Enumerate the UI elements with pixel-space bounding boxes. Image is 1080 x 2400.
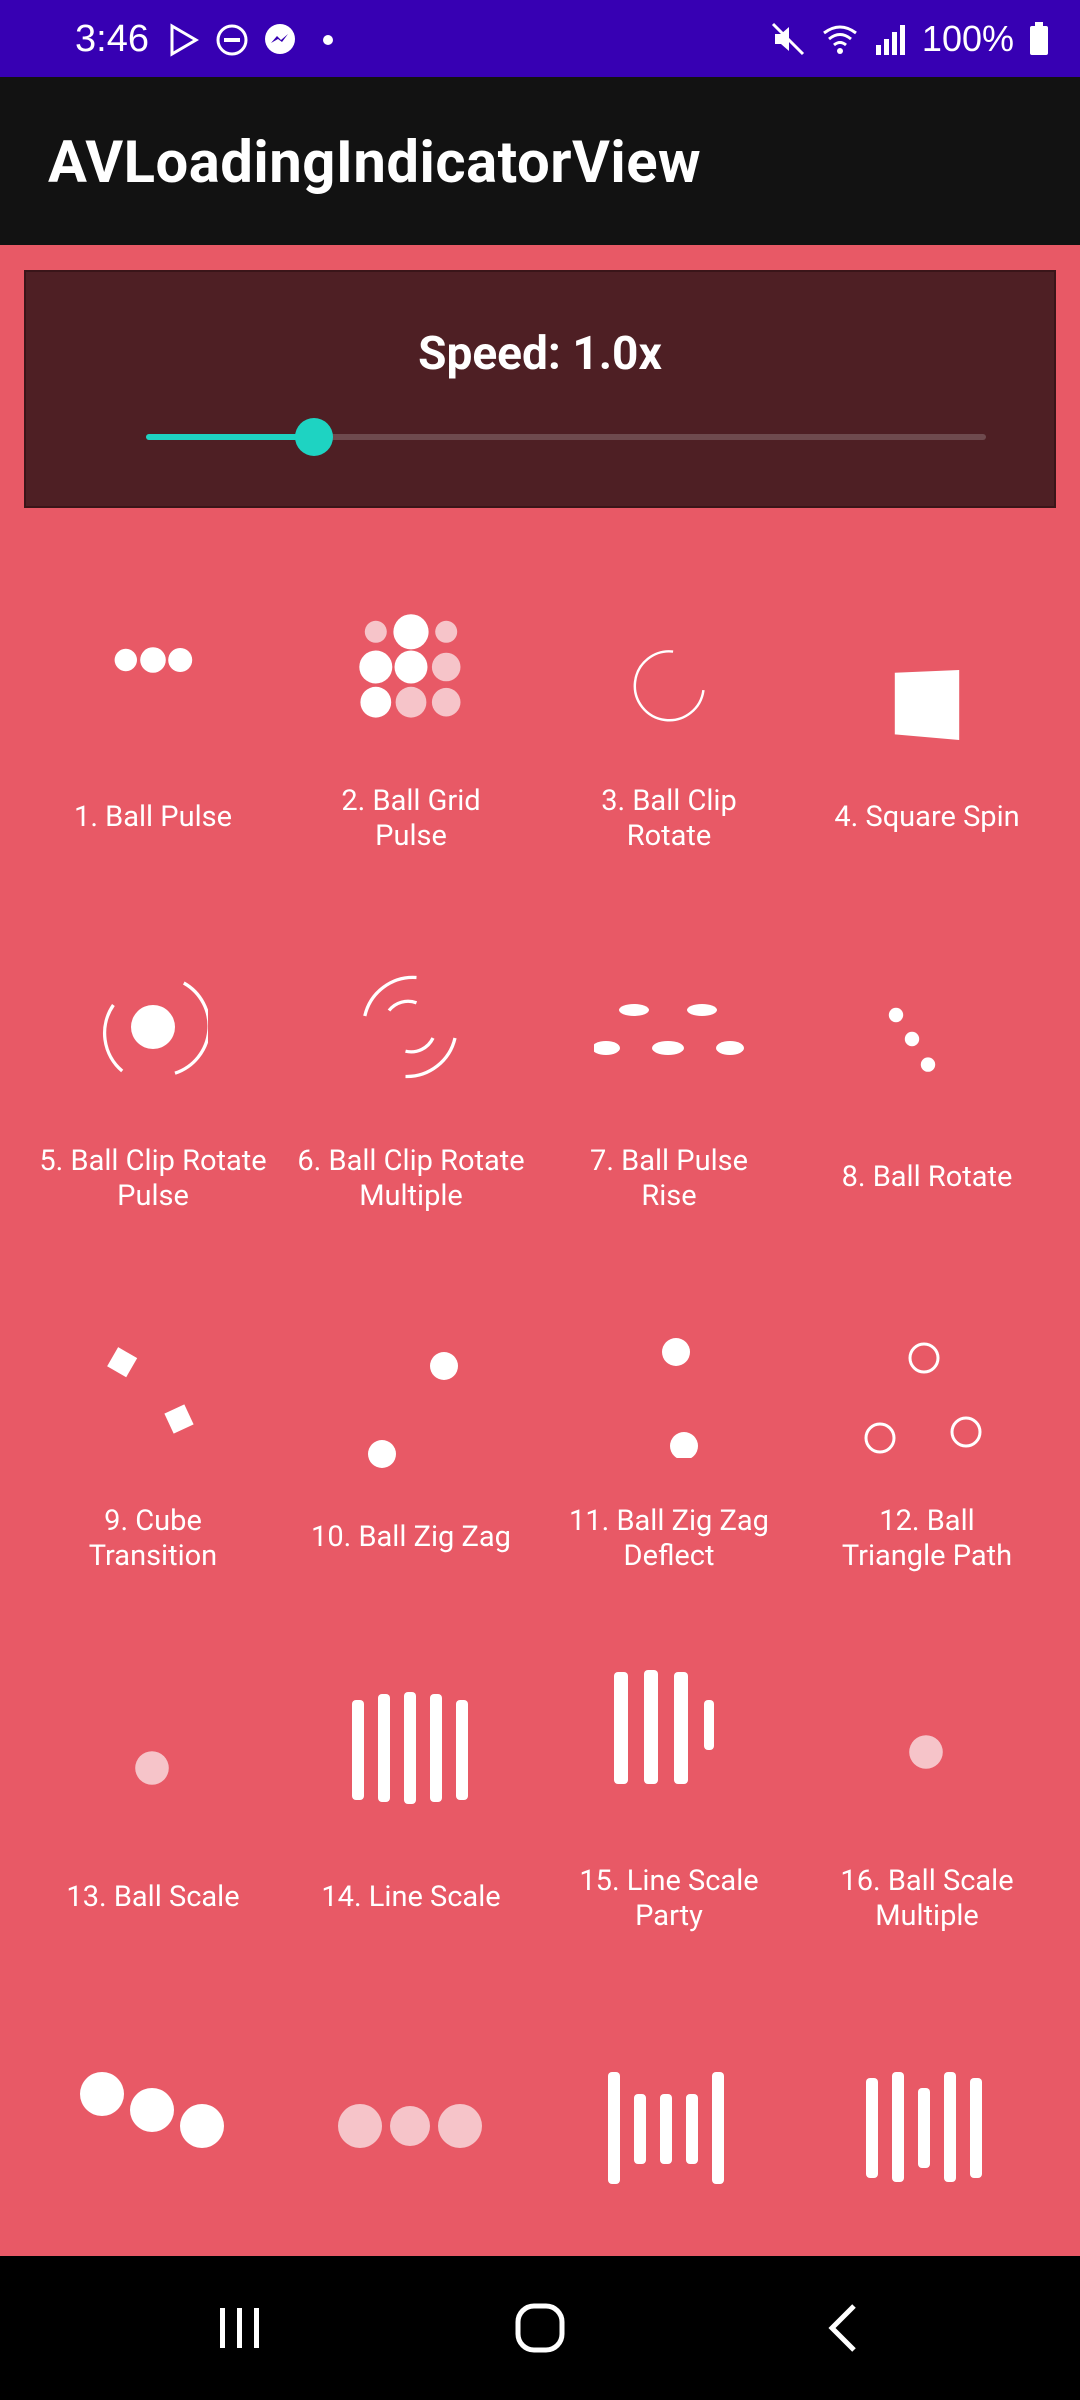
do-not-disturb-icon [216, 24, 248, 56]
indicator-label: 9. Cube Transition [88, 1504, 218, 1573]
ball-zig-zag-deflect-icon [662, 1338, 698, 1458]
indicator-ball-scale-multiple[interactable]: 16. Ball Scale Multiple [798, 1640, 1056, 1940]
dot-icon [323, 35, 333, 45]
indicator-label: 15. Line Scale Party [579, 1864, 759, 1933]
indicator-label: 5. Ball Clip Rotate Pulse [39, 1144, 267, 1213]
recents-button[interactable] [180, 2296, 300, 2360]
indicator-label: 12. Ball Triangle Path [841, 1504, 1013, 1573]
navigation-bar [0, 2256, 1080, 2400]
indicator-ball-clip-rotate[interactable]: 3. Ball Clip Rotate [540, 560, 798, 860]
indicator-ball-scale[interactable]: 13. Ball Scale [24, 1640, 282, 1940]
indicator-ball-zig-zag-deflect[interactable]: 11. Ball Zig Zag Deflect [540, 1280, 798, 1580]
line-scale-party-icon [614, 1670, 714, 1784]
indicator-ball-clip-rotate-pulse[interactable]: 5. Ball Clip Rotate Pulse [24, 920, 282, 1220]
indicator-ball-clip-rotate-multiple[interactable]: 6. Ball Clip Rotate Multiple [282, 920, 540, 1220]
messenger-icon [265, 24, 295, 54]
recents-icon [220, 2308, 259, 2348]
cube-transition-icon [107, 1347, 194, 1434]
indicator-ball-grid-pulse[interactable]: 2. Ball Grid Pulse [282, 560, 540, 860]
back-icon [828, 2304, 856, 2352]
home-icon [515, 2303, 565, 2353]
ball-pulse-rise-icon [594, 1004, 744, 1055]
indicator-line-scale[interactable]: 14. Line Scale [282, 1640, 540, 1940]
indicator-label: 4. Square Spin [834, 800, 1020, 834]
square-spin-icon [894, 670, 960, 740]
line-scale-pulse-out-icon [608, 2072, 724, 2184]
ball-pulse-icon [114, 647, 193, 673]
indicator-ball-triangle-path[interactable]: 12. Ball Triangle Path [798, 1280, 1056, 1580]
mute-icon [771, 22, 804, 56]
ball-scale-multiple-icon [909, 1735, 943, 1769]
speed-card: Speed: 1.0x [24, 270, 1056, 508]
home-button[interactable] [480, 2296, 600, 2360]
indicator-label: 3. Ball Clip Rotate [601, 784, 737, 853]
speed-label: Speed: 1.0x [418, 327, 662, 381]
indicator-ball-pulse-rise[interactable]: 7. Ball Pulse Rise [540, 920, 798, 1220]
indicator-line-scale-party[interactable]: 15. Line Scale Party [540, 1640, 798, 1940]
indicator-ball-pulse-sync[interactable] [24, 2000, 282, 2300]
system-icons: 100% [770, 18, 1050, 60]
indicator-label: 6. Ball Clip Rotate Multiple [297, 1144, 525, 1213]
indicator-cube-transition[interactable]: 9. Cube Transition [24, 1280, 282, 1580]
indicator-label: 11. Ball Zig Zag Deflect [569, 1504, 769, 1573]
indicator-label: 8. Ball Rotate [841, 1160, 1013, 1194]
ball-rotate-icon [888, 1007, 936, 1072]
wifi-icon [823, 25, 857, 54]
app-title: AVLoadingIndicatorView [48, 129, 702, 197]
ball-pulse-sync-icon [80, 2072, 224, 2148]
slider-thumb[interactable] [295, 418, 333, 456]
speed-slider[interactable] [146, 418, 986, 456]
indicator-label: 14. Line Scale [321, 1880, 501, 1914]
indicator-label: 1. Ball Pulse [74, 800, 232, 834]
ball-scale-icon [135, 1751, 169, 1785]
status-bar: 3:46 100% [0, 0, 1080, 77]
play-store-icon [170, 23, 199, 57]
line-scale-pulse-out-rapid-icon [866, 2072, 982, 2182]
indicator-ball-zig-zag[interactable]: 10. Ball Zig Zag [282, 1280, 540, 1580]
indicator-ball-beat[interactable] [282, 2000, 540, 2300]
ball-clip-rotate-pulse-icon [102, 981, 208, 1075]
notification-icons [166, 22, 346, 58]
ball-clip-rotate-icon [633, 650, 705, 722]
slider-fill [146, 434, 314, 440]
battery-percent: 100% [921, 18, 1014, 59]
indicator-label: 7. Ball Pulse Rise [590, 1144, 748, 1213]
signal-icon [875, 25, 905, 55]
indicator-ball-rotate[interactable]: 8. Ball Rotate [798, 920, 1056, 1220]
ball-clip-rotate-multiple-icon [363, 975, 457, 1079]
indicator-line-scale-pulse-out-rapid[interactable] [798, 2000, 1056, 2300]
ball-grid-pulse-icon [359, 614, 461, 718]
line-scale-icon [352, 1692, 468, 1804]
back-button[interactable] [784, 2296, 904, 2360]
indicator-ball-pulse[interactable]: 1. Ball Pulse [24, 560, 282, 860]
app-bar: AVLoadingIndicatorView [0, 77, 1080, 245]
indicator-label: 2. Ball Grid Pulse [341, 784, 481, 853]
ball-beat-icon [338, 2104, 482, 2148]
indicator-label: 13. Ball Scale [66, 1880, 240, 1914]
status-time: 3:46 [75, 18, 149, 60]
battery-icon [1030, 22, 1048, 55]
indicator-label: 16. Ball Scale Multiple [840, 1864, 1014, 1933]
ball-triangle-path-icon [864, 1342, 982, 1454]
ball-zig-zag-icon [368, 1352, 458, 1468]
indicator-line-scale-pulse-out[interactable] [540, 2000, 798, 2300]
indicator-label: 10. Ball Zig Zag [311, 1520, 511, 1554]
indicator-square-spin[interactable]: 4. Square Spin [798, 560, 1056, 860]
